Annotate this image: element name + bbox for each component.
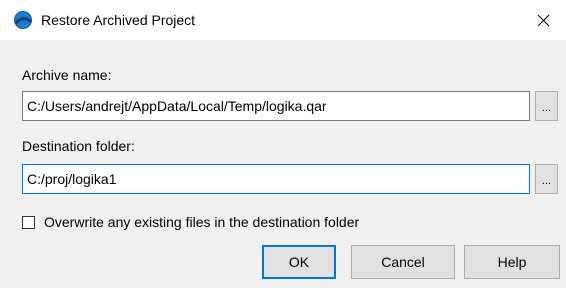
overwrite-label: Overwrite any existing files in the dest… (44, 214, 360, 230)
ok-label: OK (288, 254, 310, 270)
cancel-button[interactable]: Cancel (351, 245, 455, 279)
archive-name-label: Archive name: (22, 67, 112, 83)
cancel-label: Cancel (381, 254, 425, 270)
close-button[interactable] (520, 0, 566, 40)
window-title: Restore Archived Project (41, 12, 196, 28)
help-button[interactable]: Help (464, 245, 560, 279)
archive-browse-button[interactable]: ... (535, 91, 558, 121)
destination-browse-label: ... (541, 175, 552, 187)
destination-folder-label: Destination folder: (22, 138, 135, 154)
quartus-app-icon (14, 11, 32, 29)
destination-folder-input[interactable] (22, 164, 530, 194)
help-label: Help (497, 254, 527, 270)
overwrite-checkbox[interactable] (22, 215, 35, 229)
archive-browse-label: ... (541, 102, 552, 114)
archive-name-input[interactable] (22, 91, 530, 121)
close-icon (537, 14, 549, 26)
overwrite-option[interactable]: Overwrite any existing files in the dest… (22, 214, 359, 230)
title-bar: Restore Archived Project (0, 0, 566, 40)
destination-browse-button[interactable]: ... (535, 164, 558, 194)
ok-button[interactable]: OK (262, 245, 336, 279)
